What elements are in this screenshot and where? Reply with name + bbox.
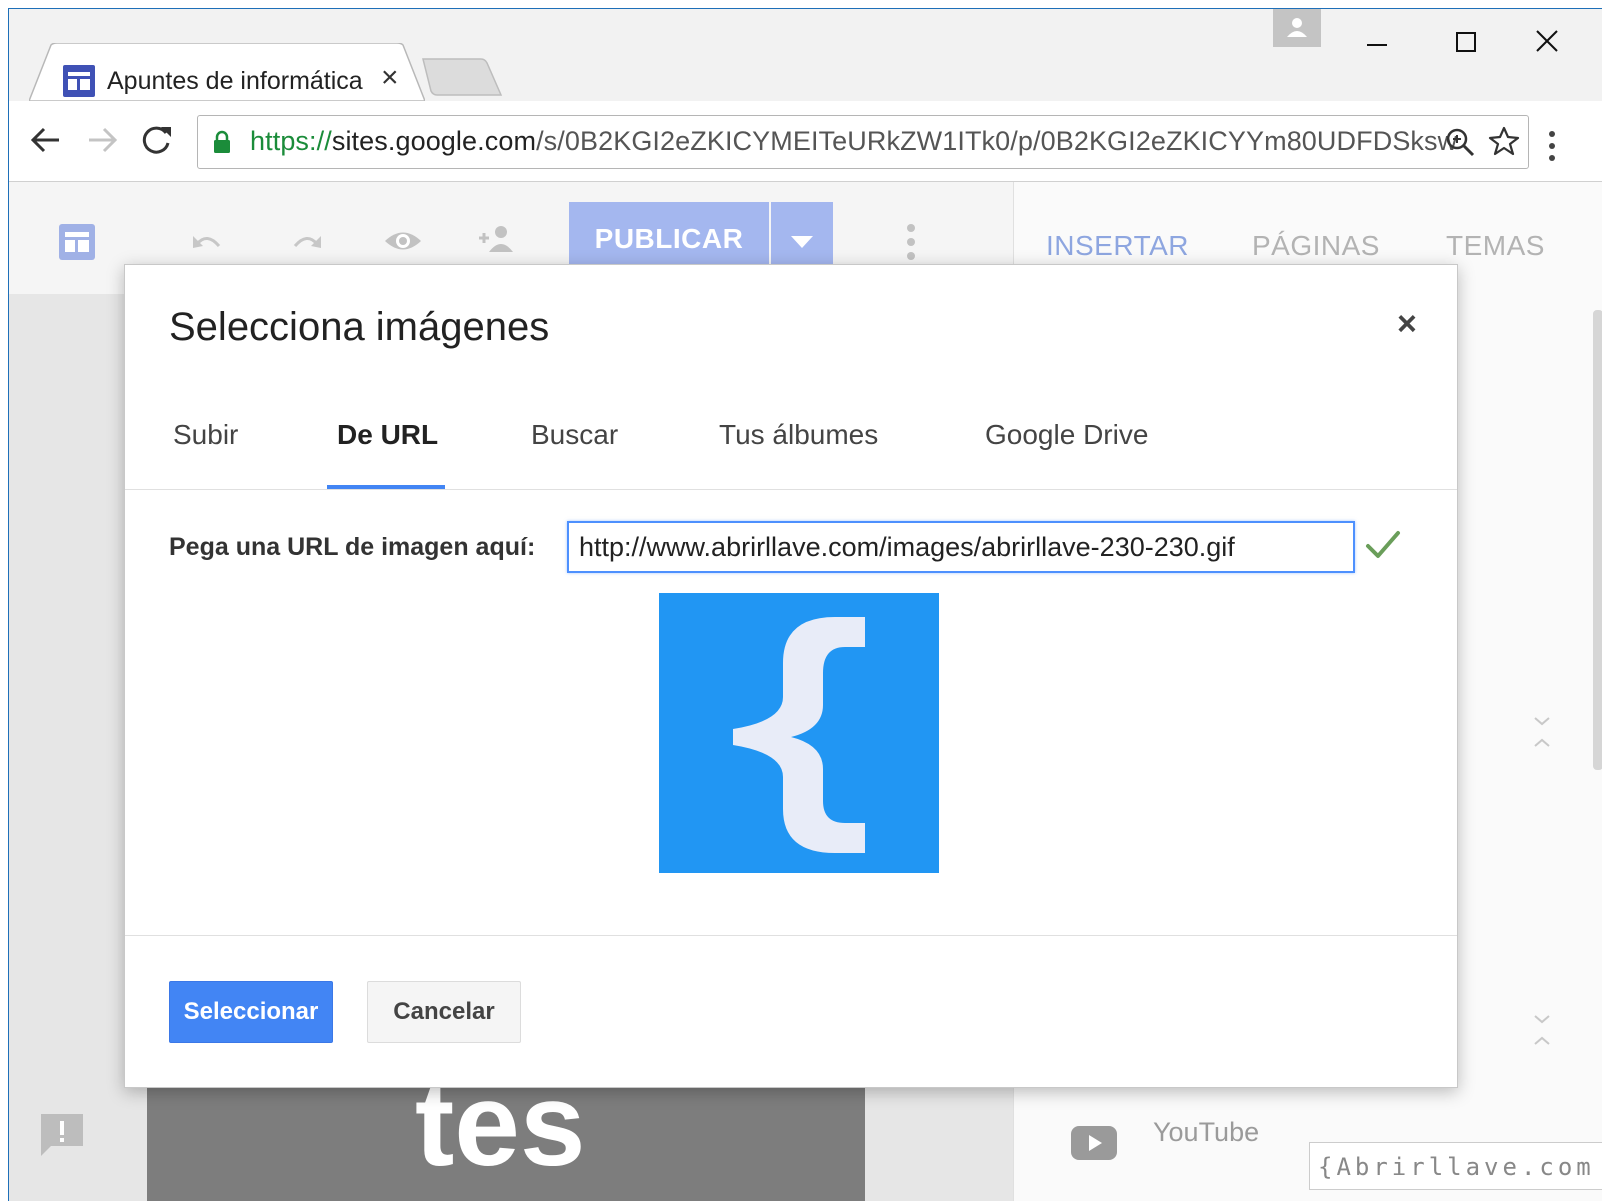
tab-subir[interactable]: Subir bbox=[173, 419, 238, 451]
back-arrow-icon[interactable] bbox=[25, 119, 67, 161]
abrirllave-watermark: {Abrirllave.com bbox=[1309, 1142, 1602, 1190]
dialog-close-icon[interactable]: × bbox=[1397, 305, 1417, 344]
dialog-tabs: Subir De URL Buscar Tus álbumes Google D… bbox=[125, 393, 1457, 490]
browser-menu-icon[interactable] bbox=[1547, 129, 1557, 165]
check-icon bbox=[1366, 531, 1400, 558]
profile-button[interactable] bbox=[1273, 9, 1321, 47]
abrirllave-brace-logo bbox=[733, 617, 865, 853]
undo-icon[interactable] bbox=[189, 226, 225, 256]
share-add-person-icon[interactable] bbox=[477, 222, 517, 256]
new-tab-button[interactable] bbox=[419, 57, 509, 97]
preview-eye-icon[interactable] bbox=[383, 226, 423, 256]
tab-google-drive[interactable]: Google Drive bbox=[985, 419, 1148, 451]
tab-insertar[interactable]: INSERTAR bbox=[1046, 230, 1189, 262]
zoom-icon[interactable] bbox=[1444, 126, 1476, 158]
person-icon bbox=[1287, 18, 1307, 37]
expand-collapse-icon[interactable] bbox=[1531, 712, 1553, 752]
title-bar: Apuntes de informática × bbox=[9, 9, 1602, 101]
scrollbar[interactable] bbox=[1593, 310, 1602, 770]
minimize-icon[interactable] bbox=[1347, 23, 1407, 63]
cancel-button[interactable]: Cancelar bbox=[367, 981, 521, 1043]
bookmark-star-icon[interactable] bbox=[1488, 125, 1520, 157]
active-tab-indicator bbox=[327, 485, 445, 489]
expand-collapse-icon[interactable] bbox=[1531, 1010, 1553, 1050]
lock-icon bbox=[214, 130, 230, 153]
maximize-icon[interactable] bbox=[1437, 23, 1497, 63]
tab-paginas[interactable]: PÁGINAS bbox=[1252, 230, 1380, 262]
tab-close-icon[interactable]: × bbox=[381, 61, 399, 95]
select-button[interactable]: Seleccionar bbox=[169, 981, 333, 1043]
window-close-icon[interactable] bbox=[1527, 23, 1587, 63]
tab-buscar[interactable]: Buscar bbox=[531, 419, 618, 451]
youtube-label[interactable]: YouTube bbox=[1153, 1117, 1259, 1148]
reload-icon[interactable] bbox=[135, 119, 177, 161]
feedback-icon[interactable] bbox=[39, 1112, 85, 1158]
tab-temas[interactable]: TEMAS bbox=[1446, 230, 1545, 262]
browser-toolbar: https://sites.google.com/s/0B2KGI2eZKICY… bbox=[9, 101, 1602, 182]
redo-icon[interactable] bbox=[289, 226, 325, 256]
dialog-divider bbox=[125, 935, 1457, 936]
url-scheme: https:// bbox=[250, 126, 332, 156]
browser-tab[interactable]: Apuntes de informática × bbox=[29, 43, 425, 101]
url-path: /s/0B2KGI2eZKICYMEITeURkZW1ITk0/p/0B2KGI… bbox=[536, 126, 1458, 156]
image-url-input[interactable] bbox=[567, 521, 1355, 573]
sites-logo-icon[interactable] bbox=[59, 224, 95, 260]
tab-de-url[interactable]: De URL bbox=[337, 419, 438, 451]
dialog-title: Selecciona imágenes bbox=[169, 305, 550, 349]
tab-tus-albumes[interactable]: Tus álbumes bbox=[719, 419, 878, 451]
youtube-icon bbox=[1071, 1126, 1117, 1160]
google-sites-icon bbox=[63, 65, 95, 97]
image-preview bbox=[659, 593, 939, 873]
tab-title: Apuntes de informática bbox=[107, 67, 363, 95]
url-label: Pega una URL de imagen aquí: bbox=[169, 533, 536, 561]
browser-window: Apuntes de informática × https://sites.g… bbox=[8, 8, 1602, 1201]
select-images-dialog: Selecciona imágenes × Subir De URL Busca… bbox=[124, 264, 1458, 1088]
url-host: sites.google.com bbox=[331, 126, 537, 156]
hero-text: tes bbox=[415, 1087, 586, 1191]
forward-arrow-icon[interactable] bbox=[81, 119, 123, 161]
hero-banner: tes bbox=[147, 1087, 865, 1201]
address-bar[interactable]: https://sites.google.com/s/0B2KGI2eZKICY… bbox=[197, 115, 1529, 169]
url-text: https://sites.google.com/s/0B2KGI2eZKICY… bbox=[250, 126, 1457, 157]
more-options-icon[interactable] bbox=[905, 222, 917, 262]
